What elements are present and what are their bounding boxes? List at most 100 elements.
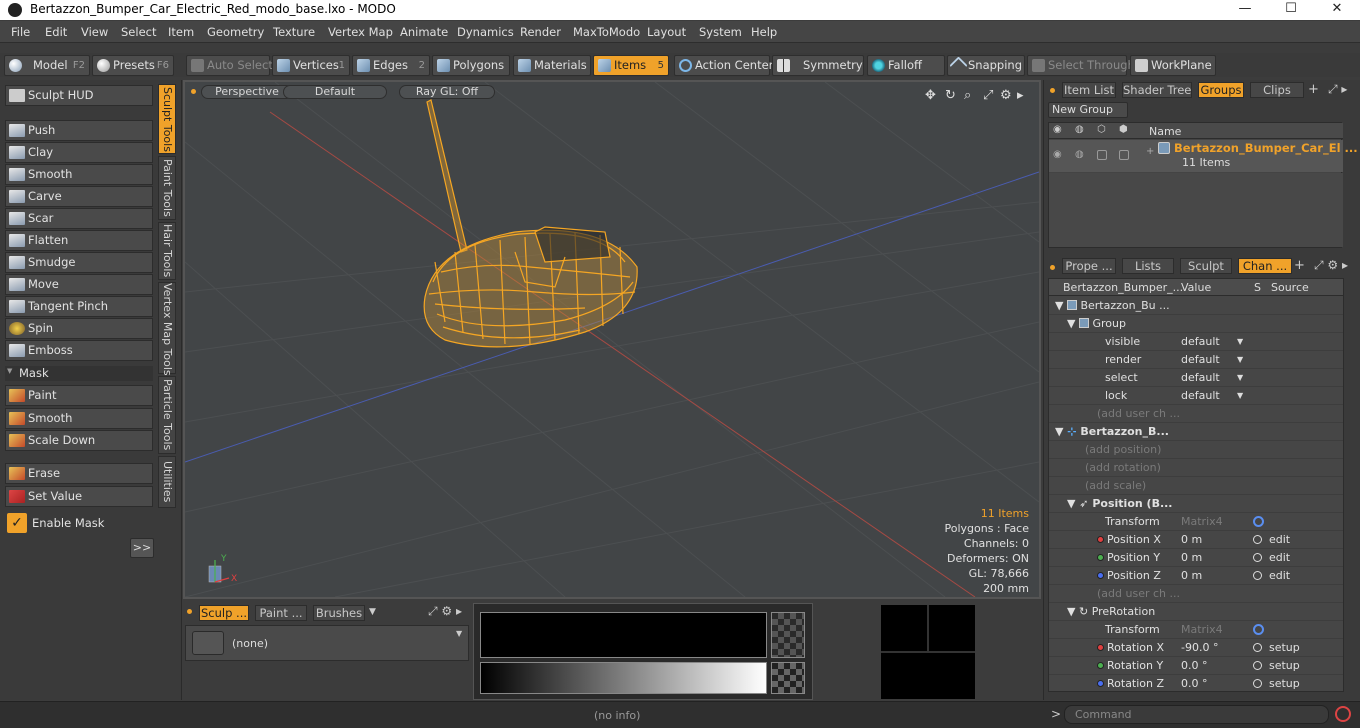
minimize-button[interactable]: — [1222,0,1268,20]
panel-controls-icon[interactable]: ⤢ ⚙ ▸ [428,604,462,619]
channel-row[interactable]: (add position) [1049,441,1343,459]
color-swatch-alpha[interactable] [771,612,805,658]
tool-spin[interactable]: Spin [5,318,153,339]
tool-move[interactable]: Move [5,274,153,295]
tab-properties[interactable]: Prope ... [1062,258,1116,274]
right-mid-controls-icon[interactable]: ⤢ ⚙ ▸ [1314,258,1348,273]
keyframe-icon[interactable] [1253,661,1262,670]
vertices-button[interactable]: Vertices 1 [272,55,350,76]
menu-vertex-map[interactable]: Vertex Map [328,25,393,39]
menu-edit[interactable]: Edit [45,25,67,39]
menu-animate[interactable]: Animate [400,25,448,39]
tab-groups[interactable]: Groups [1198,82,1244,98]
channel-row[interactable]: visible default ▼ [1049,333,1343,351]
viewport-raygl-tag[interactable]: Ray GL: Off [399,85,495,99]
channel-row[interactable]: Rotation X -90.0 ° setup [1049,639,1343,657]
menu-texture[interactable]: Texture [273,25,315,39]
keyframe-icon[interactable] [1253,535,1262,544]
add-mid-tab-icon[interactable]: + [1294,258,1305,273]
polygons-button[interactable]: Polygons [432,55,510,76]
channel-row[interactable]: ▼ ↻ PreRotation [1049,603,1343,621]
keyframe-icon[interactable] [1253,553,1262,562]
viewport-controls[interactable]: ✥ ↻ ⌕ ⤢ ⚙ ▸ [925,88,1024,103]
sculpt-hud-button[interactable]: Sculpt HUD [5,85,153,106]
snapping-button[interactable]: Snapping [947,55,1025,76]
brush-dropdown-icon[interactable]: ▼ [456,629,462,638]
tool-carve[interactable]: Carve [5,186,153,207]
tool-smooth[interactable]: Smooth [5,164,153,185]
model-button[interactable]: Model F2 [4,55,90,76]
group-visible-icon[interactable]: ◉ [1053,149,1062,160]
tab-sculpt-brushes[interactable]: Sculp ... [199,605,249,621]
channel-row[interactable]: Position Z0 m edit [1049,567,1343,585]
channel-row[interactable]: Position Y0 m edit [1049,549,1343,567]
menu-system[interactable]: System [699,25,742,39]
edges-button[interactable]: Edges 2 [352,55,430,76]
dropdown-icon[interactable]: ▼ [1237,333,1243,350]
falloff-button[interactable]: Falloff [867,55,945,76]
channel-row[interactable]: select default ▼ [1049,369,1343,387]
workplane-button[interactable]: WorkPlane [1130,55,1216,76]
keyframe-icon[interactable] [1253,643,1262,652]
menu-view[interactable]: View [81,25,108,39]
group-row[interactable]: ◉ ◍ + Bertazzon_Bumper_Car_El ... 11 Ite… [1049,140,1358,172]
channel-row[interactable]: (add user ch ... [1049,405,1343,423]
materials-button[interactable]: Materials [513,55,591,76]
channel-row[interactable]: ▼ Bertazzon_Bu ... [1049,297,1343,315]
group-render-icon[interactable]: ◍ [1075,149,1084,160]
auto-select-button[interactable]: Auto Select [186,55,273,76]
tab-brushes[interactable]: Brushes [313,605,365,621]
channel-row[interactable]: render default ▼ [1049,351,1343,369]
group-expand-icon[interactable]: + [1146,146,1154,157]
mask-set-value[interactable]: Set Value [5,486,153,507]
command-input[interactable]: Command [1064,705,1329,724]
channel-row[interactable]: lock default ▼ [1049,387,1343,405]
matrix-icon[interactable] [1253,624,1264,635]
close-button[interactable]: ✕ [1314,0,1360,20]
menu-maxtomodo[interactable]: MaxToModo [573,25,640,39]
channel-row[interactable]: Transform Matrix4 [1049,621,1343,639]
channel-row[interactable]: Transform Matrix4 [1049,513,1343,531]
mask-paint[interactable]: Paint [5,385,153,406]
dropdown-icon[interactable]: ▼ [1237,351,1243,368]
tab-hair-tools[interactable]: Hair Tools [158,222,176,280]
tab-paint-tools[interactable]: Paint Tools [158,156,176,220]
menu-item[interactable]: Item [168,25,194,39]
tab-shader-tree[interactable]: Shader Tree [1122,82,1192,98]
matrix-icon[interactable] [1253,516,1264,527]
tab-utilities[interactable]: Utilities [158,456,176,508]
select-through-button[interactable]: Select Through [1027,55,1135,76]
tab-sculpt-tools[interactable]: Sculpt Tools [158,84,176,154]
color-swatch-primary[interactable] [480,612,767,658]
tool-clay[interactable]: Clay [5,142,153,163]
tool-smudge[interactable]: Smudge [5,252,153,273]
tab-clips[interactable]: Clips [1250,82,1304,98]
gradient-ramp[interactable] [480,662,767,694]
channel-row[interactable]: ▼ Group [1049,315,1343,333]
mask-smooth[interactable]: Smooth [5,408,153,429]
group-lock-checkbox[interactable] [1097,150,1107,160]
keyframe-icon[interactable] [1253,571,1262,580]
enable-mask-checkbox[interactable]: ✓ [7,513,27,533]
tool-tangent-pinch[interactable]: Tangent Pinch [5,296,153,317]
brush-selector[interactable]: (none) ▼ [185,625,469,661]
dropdown-icon[interactable]: ▼ [1237,369,1243,386]
mask-erase[interactable]: Erase [5,463,153,484]
tab-channels[interactable]: Chan ... [1238,258,1292,274]
channel-row[interactable]: (add rotation) [1049,459,1343,477]
tool-scar[interactable]: Scar [5,208,153,229]
tab-lists[interactable]: Lists [1122,258,1174,274]
tool-push[interactable]: Push [5,120,153,141]
channel-row[interactable]: ▼ ⊹ Bertazzon_B... [1049,423,1343,441]
add-tab-icon[interactable]: + [1308,82,1319,97]
viewport-shading-tag[interactable]: Default [283,85,387,99]
tab-item-list[interactable]: Item List [1062,82,1116,98]
new-group-button[interactable]: New Group [1048,102,1128,118]
channel-row[interactable]: (add user ch ... [1049,585,1343,603]
channel-row[interactable]: (add scale) [1049,477,1343,495]
menu-select[interactable]: Select [121,25,156,39]
tab-vertex-map-tools[interactable]: Vertex Map Tools [158,282,176,376]
menu-render[interactable]: Render [520,25,561,39]
tab-dropdown-icon[interactable]: ▼ [369,607,376,617]
items-button[interactable]: Items 5 [593,55,669,76]
